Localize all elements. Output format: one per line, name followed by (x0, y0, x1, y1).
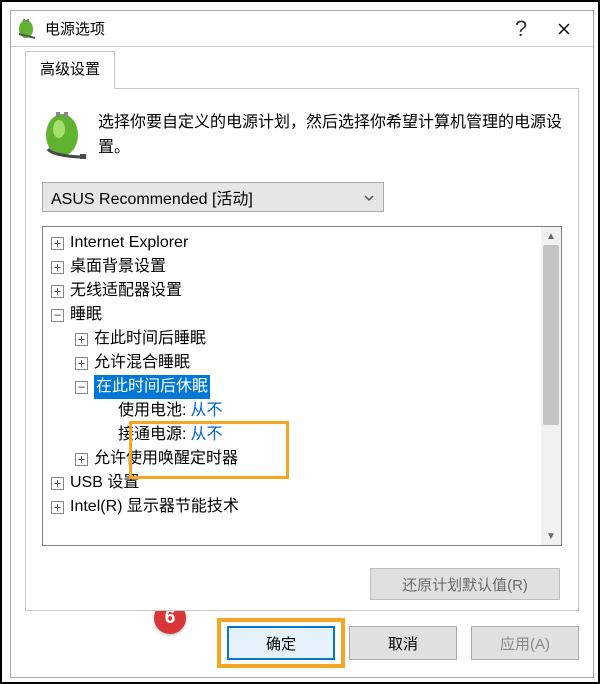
tree-node-label: 在此时间后睡眠 (94, 327, 206, 351)
expand-icon[interactable] (51, 285, 64, 298)
tree-node-label: Internet Explorer (70, 231, 188, 255)
help-button[interactable]: ? (501, 11, 541, 47)
scroll-up-icon[interactable]: ▲ (541, 227, 561, 245)
tree-node[interactable]: 睡眠 (43, 303, 541, 327)
tab-body: 选择你要自定义的电源计划，然后选择你希望计算机管理的电源设置。 ASUS Rec… (25, 88, 579, 611)
tree-node[interactable]: Internet Explorer (43, 231, 541, 255)
expand-icon[interactable] (51, 261, 64, 274)
collapse-icon[interactable] (75, 381, 88, 394)
expand-icon[interactable] (75, 357, 88, 370)
window-title: 电源选项 (45, 18, 105, 39)
ok-button[interactable]: 确定 (227, 626, 335, 660)
tab-advanced-settings[interactable]: 高级设置 (25, 51, 115, 89)
tree-node[interactable]: 使用电池:从不 (43, 399, 541, 423)
tree-node-label: 允许使用唤醒定时器 (94, 447, 238, 471)
tree-node[interactable]: 接通电源:从不 (43, 423, 541, 447)
close-button[interactable] (541, 11, 587, 47)
tree-node-label: USB 设置 (70, 471, 139, 495)
tree-node[interactable]: 允许混合睡眠 (43, 351, 541, 375)
description-text: 选择你要自定义的电源计划，然后选择你希望计算机管理的电源设置。 (98, 111, 562, 162)
apply-button[interactable]: 应用(A) (471, 626, 579, 660)
battery-large-icon (42, 111, 86, 162)
tree-node-label: 无线适配器设置 (70, 279, 182, 303)
tree-node-label: Intel(R) 显示器节能技术 (70, 495, 239, 519)
tree-node[interactable]: 无线适配器设置 (43, 279, 541, 303)
tree-node-label: 使用电池: (118, 399, 186, 423)
restore-defaults-button[interactable]: 还原计划默认值(R) (370, 568, 560, 600)
expand-icon[interactable] (51, 237, 64, 250)
tree-node-label: 桌面背景设置 (70, 255, 166, 279)
outer-frame: 电源选项 ? 高级设置 选择你要自定义的电源计划，然后选择你希望计算机管理的电源… (0, 0, 600, 684)
tree-node-label: 睡眠 (70, 303, 102, 327)
tree-node-value[interactable]: 从不 (190, 423, 222, 447)
dialog-button-row: 确定 取消 应用(A) (25, 623, 579, 663)
tree-node[interactable]: Intel(R) 显示器节能技术 (43, 495, 541, 519)
tree-node-label: 允许混合睡眠 (94, 351, 190, 375)
expand-icon[interactable] (75, 333, 88, 346)
power-plan-value: ASUS Recommended [活动] (51, 185, 253, 209)
dialog-window: 电源选项 ? 高级设置 选择你要自定义的电源计划，然后选择你希望计算机管理的电源… (10, 10, 594, 678)
tree-scrollbar[interactable]: ▲ ▼ (541, 227, 561, 545)
tree-node-label: 在此时间后休眠 (94, 375, 210, 399)
titlebar: 电源选项 ? (11, 11, 593, 47)
close-icon (558, 23, 570, 35)
chevron-down-icon (363, 191, 375, 209)
collapse-icon[interactable] (51, 309, 64, 322)
settings-tree[interactable]: Internet Explorer桌面背景设置无线适配器设置睡眠在此时间后睡眠允… (42, 226, 562, 546)
expand-icon[interactable] (51, 501, 64, 514)
tree-node[interactable]: 允许使用唤醒定时器 (43, 447, 541, 471)
tree-node-value[interactable]: 从不 (190, 399, 222, 423)
cancel-button[interactable]: 取消 (349, 626, 457, 660)
tree-node-label: 接通电源: (118, 423, 186, 447)
scroll-down-icon[interactable]: ▼ (541, 527, 561, 545)
tree-node[interactable]: 在此时间后睡眠 (43, 327, 541, 351)
battery-plug-icon (17, 19, 37, 39)
dialog-content: 高级设置 选择你要自定义的电源计划，然后选择你希望计算机管理的电源设置。 ASU… (11, 51, 593, 677)
tree-node[interactable]: 桌面背景设置 (43, 255, 541, 279)
expand-icon[interactable] (75, 453, 88, 466)
expand-icon[interactable] (51, 477, 64, 490)
scroll-thumb[interactable] (543, 245, 559, 425)
tree-node[interactable]: 在此时间后休眠 (43, 375, 541, 399)
power-plan-select[interactable]: ASUS Recommended [活动] (42, 182, 384, 212)
tree-node[interactable]: USB 设置 (43, 471, 541, 495)
